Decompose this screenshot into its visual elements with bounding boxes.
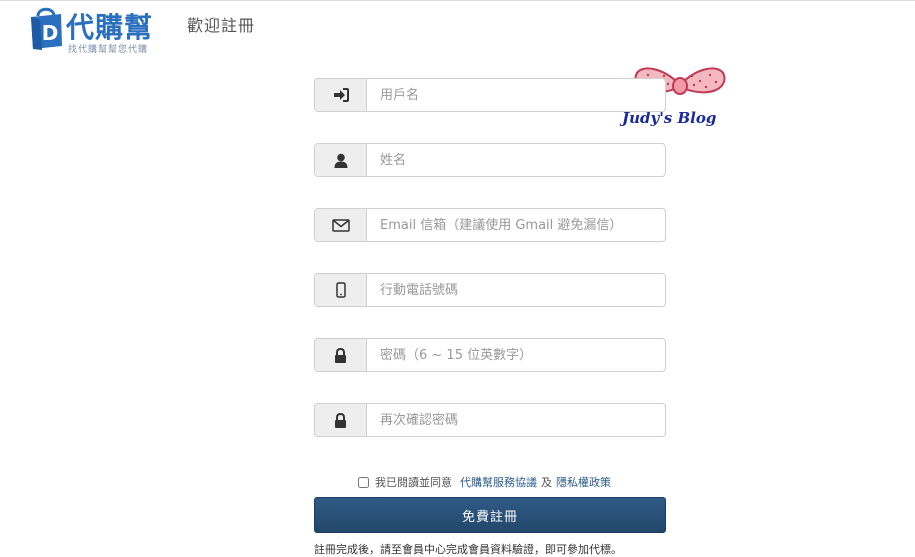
- agree-checkbox[interactable]: [358, 476, 369, 488]
- svg-text:D: D: [42, 21, 59, 45]
- agreement-and: 及: [541, 476, 552, 489]
- confirm-password-input[interactable]: [367, 404, 665, 436]
- page-title: 歡迎註冊: [187, 16, 256, 35]
- agreement-row: 我已閱讀並同意 代購幫服務協議 及 隱私權政策: [358, 474, 611, 490]
- envelope-icon: [315, 209, 367, 241]
- name-field-group: [314, 143, 666, 177]
- email-field-group: [314, 208, 666, 242]
- username-input[interactable]: [367, 79, 665, 111]
- password-input[interactable]: [367, 339, 665, 371]
- user-icon: [315, 144, 367, 176]
- registration-note: 註冊完成後，請至會員中心完成會員資料驗證，即可參加代標。: [314, 543, 622, 556]
- sign-in-icon: [315, 79, 367, 111]
- logo-slogan: 找代購幫幫您代購: [68, 45, 149, 55]
- phone-input[interactable]: [367, 274, 665, 306]
- terms-link[interactable]: 代購幫服務協議: [460, 474, 537, 490]
- site-logo[interactable]: D 代購幫 找代購幫幫您代購: [28, 4, 178, 55]
- logo-name: 代購幫: [66, 11, 154, 44]
- shopping-bag-logo-icon: D: [31, 7, 62, 50]
- password-field-group: [314, 338, 666, 372]
- register-button[interactable]: 免費註冊: [314, 497, 666, 533]
- lock-icon: [315, 339, 367, 371]
- name-input[interactable]: [367, 144, 665, 176]
- confirm-password-field-group: [314, 403, 666, 437]
- username-field-group: [314, 78, 666, 112]
- top-divider: [0, 0, 915, 1]
- mobile-icon: [315, 274, 367, 306]
- phone-field-group: [314, 273, 666, 307]
- privacy-link[interactable]: 隱私權政策: [556, 474, 611, 490]
- agreement-prefix: 我已閱讀並同意: [375, 476, 452, 489]
- lock-icon: [315, 404, 367, 436]
- email-input[interactable]: [367, 209, 665, 241]
